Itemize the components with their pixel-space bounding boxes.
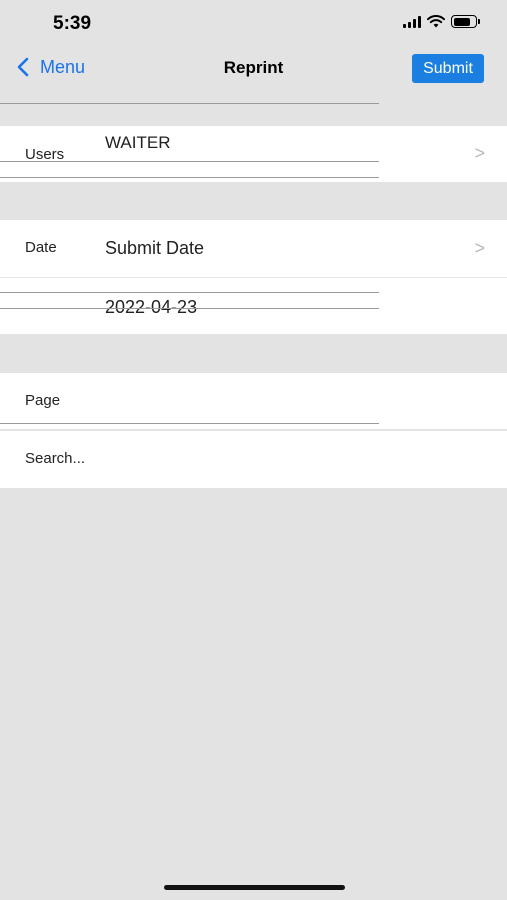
nav-bar: Menu Reprint Submit: [0, 48, 507, 88]
status-time: 5:39: [53, 13, 92, 34]
divider: [0, 177, 379, 178]
page-row[interactable]: Page: [0, 373, 507, 429]
users-row[interactable]: Users WAITER >: [0, 126, 507, 182]
chevron-right-icon: >: [474, 143, 485, 163]
divider: [0, 423, 379, 424]
search-row[interactable]: Search...: [0, 431, 507, 488]
home-indicator[interactable]: [164, 885, 345, 890]
divider: [0, 161, 379, 162]
status-icons: [403, 15, 480, 28]
date-value-row[interactable]: 2022-04-23: [0, 278, 507, 334]
divider: [0, 103, 379, 104]
battery-icon: [451, 15, 480, 28]
date-row[interactable]: Date Submit Date >: [0, 220, 507, 277]
divider: [0, 308, 379, 309]
date-label: Date: [25, 239, 57, 256]
search-input[interactable]: Search...: [25, 450, 85, 467]
submit-button[interactable]: Submit: [412, 54, 484, 83]
users-value: WAITER: [105, 133, 171, 152]
chevron-right-icon: >: [474, 238, 485, 258]
status-bar: 5:39: [0, 0, 507, 48]
date-type-value: Submit Date: [105, 238, 205, 258]
divider: [0, 292, 379, 293]
page-label: Page: [25, 392, 61, 409]
signal-icon: [403, 15, 421, 28]
wifi-icon: [427, 15, 445, 28]
